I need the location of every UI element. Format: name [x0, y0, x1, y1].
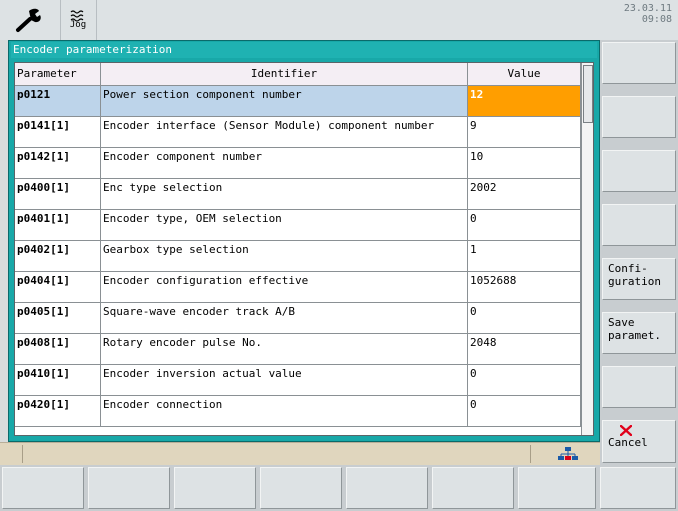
value-cell[interactable]: 9	[468, 117, 581, 148]
wrench-button[interactable]	[0, 0, 61, 40]
table-row[interactable]: p0408[1] Rotary encoder pulse No. 2048	[15, 334, 581, 365]
jog-label: Jog	[69, 20, 87, 30]
param-cell: p0142[1]	[15, 148, 101, 179]
param-cell: p0420[1]	[15, 396, 101, 427]
param-cell: p0410[1]	[15, 365, 101, 396]
value-cell[interactable]: 2002	[468, 179, 581, 210]
table-row[interactable]: p0400[1] Enc type selection 2002	[15, 179, 581, 210]
table-row[interactable]: p0420[1] Encoder connection 0	[15, 396, 581, 427]
softkey-v3[interactable]	[602, 150, 676, 192]
table-row[interactable]: p0141[1] Encoder interface (Sensor Modul…	[15, 117, 581, 148]
cancel-label: Cancel	[608, 436, 648, 449]
time-text: 09:08	[641, 14, 672, 25]
softkey-v4[interactable]	[602, 204, 676, 246]
top-bar: Jog 23.03.11 09:08	[0, 0, 678, 40]
value-cell[interactable]: 0	[468, 303, 581, 334]
configuration-label-1: Confi-	[608, 262, 648, 275]
param-cell: p0408[1]	[15, 334, 101, 365]
configuration-button[interactable]: Confi- guration	[602, 258, 676, 300]
save-label-2: paramet.	[608, 329, 661, 342]
table-row[interactable]: p0142[1] Encoder component number 10	[15, 148, 581, 179]
softkey-h3[interactable]	[174, 467, 256, 509]
softkey-h5[interactable]	[346, 467, 428, 509]
softkey-v1[interactable]	[602, 42, 676, 84]
vertical-scrollbar[interactable]	[581, 63, 593, 435]
softkey-h1[interactable]	[2, 467, 84, 509]
vertical-softkey-panel: Confi- guration Save paramet. Cancel	[600, 40, 678, 465]
table-row[interactable]: p0121 Power section component number 12	[15, 86, 581, 117]
column-header-identifier: Identifier	[101, 63, 468, 86]
identifier-cell: Encoder inversion actual value	[101, 365, 468, 396]
param-cell: p0404[1]	[15, 272, 101, 303]
param-cell: p0141[1]	[15, 117, 101, 148]
wrench-icon	[16, 8, 41, 32]
table-row[interactable]: p0405[1] Square-wave encoder track A/B 0	[15, 303, 581, 334]
identifier-cell: Gearbox type selection	[101, 241, 468, 272]
value-cell[interactable]: 1	[468, 241, 581, 272]
value-cell[interactable]: 12	[468, 86, 581, 117]
cancel-button[interactable]: Cancel	[602, 420, 676, 463]
softkey-v2[interactable]	[602, 96, 676, 138]
status-divider	[22, 445, 23, 463]
identifier-cell: Encoder configuration effective	[101, 272, 468, 303]
identifier-cell: Encoder component number	[101, 148, 468, 179]
table-row[interactable]: p0410[1] Encoder inversion actual value …	[15, 365, 581, 396]
scrollbar-thumb[interactable]	[583, 65, 593, 123]
param-cell: p0405[1]	[15, 303, 101, 334]
configuration-label-2: guration	[608, 275, 661, 288]
dialog-title: Encoder parameterization	[11, 42, 597, 58]
identifier-cell: Power section component number	[101, 86, 468, 117]
value-cell[interactable]: 0	[468, 365, 581, 396]
status-divider	[530, 445, 531, 463]
param-cell: p0401[1]	[15, 210, 101, 241]
param-cell: p0121	[15, 86, 101, 117]
status-bar	[0, 442, 600, 465]
date-text: 23.03.11	[623, 3, 672, 14]
identifier-cell: Encoder connection	[101, 396, 468, 427]
identifier-cell: Enc type selection	[101, 179, 468, 210]
softkey-h6[interactable]	[432, 467, 514, 509]
softkey-h7[interactable]	[518, 467, 596, 509]
value-cell[interactable]: 1052688	[468, 272, 581, 303]
datetime-display: 23.03.11 09:08	[624, 3, 672, 25]
softkey-v7[interactable]	[602, 366, 676, 408]
softkey-h4[interactable]	[260, 467, 342, 509]
table-row[interactable]: p0404[1] Encoder configuration effective…	[15, 272, 581, 303]
softkey-h2[interactable]	[88, 467, 170, 509]
value-cell[interactable]: 2048	[468, 334, 581, 365]
cancel-x-icon	[620, 425, 632, 436]
network-icon	[558, 447, 578, 460]
value-cell[interactable]: 0	[468, 396, 581, 427]
horizontal-softkey-panel	[0, 465, 678, 511]
save-label-1: Save	[608, 316, 635, 329]
encoder-dialog: Encoder parameterization Parameter Ident…	[8, 40, 600, 442]
jog-button[interactable]: Jog	[60, 0, 97, 40]
value-cell[interactable]: 0	[468, 210, 581, 241]
identifier-cell: Encoder type, OEM selection	[101, 210, 468, 241]
parameter-table: Parameter Identifier Value p0121 Power s…	[14, 62, 594, 436]
table-row[interactable]: p0401[1] Encoder type, OEM selection 0	[15, 210, 581, 241]
softkey-h8[interactable]	[600, 467, 676, 509]
value-cell[interactable]: 10	[468, 148, 581, 179]
param-cell: p0402[1]	[15, 241, 101, 272]
save-parameters-button[interactable]: Save paramet.	[602, 312, 676, 354]
column-header-parameter: Parameter	[15, 63, 101, 86]
identifier-cell: Square-wave encoder track A/B	[101, 303, 468, 334]
table-row[interactable]: p0402[1] Gearbox type selection 1	[15, 241, 581, 272]
identifier-cell: Encoder interface (Sensor Module) compon…	[101, 117, 468, 148]
column-header-value: Value	[468, 63, 581, 86]
identifier-cell: Rotary encoder pulse No.	[101, 334, 468, 365]
param-cell: p0400[1]	[15, 179, 101, 210]
